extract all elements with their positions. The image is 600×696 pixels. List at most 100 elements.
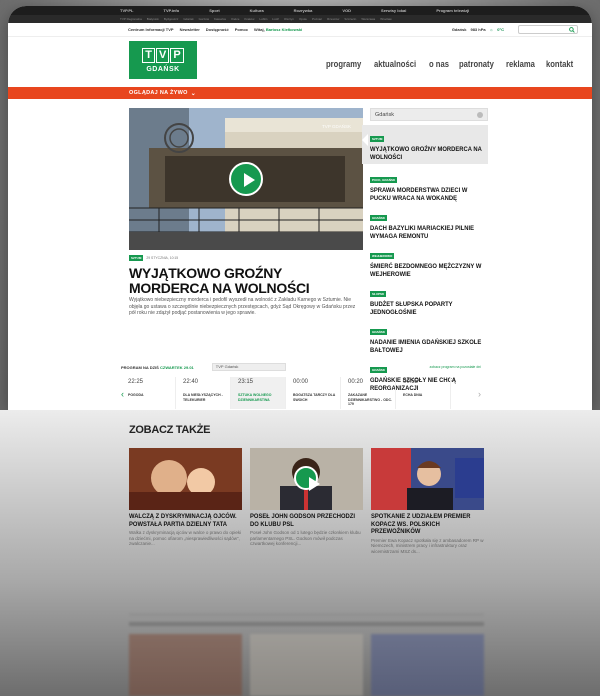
region-link[interactable]: Kraków: [244, 17, 254, 21]
topnav-item[interactable]: Sport: [209, 8, 219, 13]
nav-kontakt[interactable]: kontakt: [546, 59, 573, 69]
region-link[interactable]: TVP Regionalna: [120, 17, 142, 21]
schedule-slot[interactable]: 00:55 ECHA DNIA: [396, 377, 451, 409]
topnav-item[interactable]: TVP.info: [164, 8, 180, 13]
hero-watermark: TVP GDAŃSK: [322, 124, 351, 129]
schedule-slot[interactable]: 00:00 BOGATSZA TARCZY DLA SWOICH: [286, 377, 341, 409]
topnav-item[interactable]: Serwisy lokal: [381, 8, 406, 13]
region-link[interactable]: Szczecin: [344, 17, 356, 21]
full-schedule-link[interactable]: zobacz program na pozostałe dni: [429, 365, 481, 369]
channel-select[interactable]: TVP Gdańsk: [211, 363, 286, 371]
tv-schedule: PROGRAM NA DZIŚ CZWARTEK 29.01 TVP Gdańs…: [121, 362, 481, 409]
kopacz-photo: [371, 448, 484, 510]
weather-city: Gdańsk: [451, 27, 467, 32]
watch-live-label[interactable]: OGLĄDAJ NA ŻYWO: [129, 90, 188, 96]
see-also-heading: ZOBACZ TAKŻE: [129, 424, 211, 436]
accessibility-link[interactable]: Dostępność: [206, 27, 229, 32]
father-child-photo: [129, 448, 242, 510]
chevron-down-icon: ⌄: [190, 90, 197, 97]
region-link[interactable]: Kielce: [231, 17, 239, 21]
browser-page: TVP.PL TVP.info Sport Kultura Rozrywka V…: [8, 6, 592, 410]
nav-programy[interactable]: programy: [326, 59, 361, 69]
card-excerpt: Premier Ewa Kopacz spotkała się z ambasa…: [371, 537, 484, 554]
see-also-card[interactable]: SPOTKANIE Z UDZIAŁEM PREMIER KOPACZ WS. …: [371, 448, 484, 554]
card-title[interactable]: SPOTKANIE Z UDZIAŁEM PREMIER KOPACZ WS. …: [371, 513, 484, 536]
region-link[interactable]: Łódź: [272, 17, 279, 21]
location-tag[interactable]: SZTUM: [129, 255, 144, 261]
sidebar-news-item[interactable]: GDAŃSK NADANIE IMIENIA GDAŃSKIEJ SZKOLE B…: [370, 320, 488, 354]
schedule-slot-current[interactable]: 23:15 SZTUKA WOLNEGO DZIENNIKARSTWA: [231, 377, 286, 409]
info-center-link[interactable]: Centrum Informacji TVP: [128, 27, 174, 32]
card-image[interactable]: [371, 448, 484, 510]
card-title[interactable]: POSEŁ JOHN GODSON PRZECHODZI DO KLUBU PS…: [250, 513, 363, 528]
top-nav: TVP.PL TVP.info Sport Kultura Rozrywka V…: [8, 6, 592, 15]
sidebar-news-item[interactable]: SZTUM WYJĄTKOWO GROŹNY MORDERCA NA WOLNOŚ…: [362, 125, 488, 164]
chevron-down-icon: [477, 111, 483, 118]
topnav-item[interactable]: TVP.PL: [120, 8, 134, 13]
region-link[interactable]: Gorzów: [199, 17, 209, 21]
play-icon[interactable]: [229, 162, 263, 196]
topnav-item[interactable]: Rozrywka: [294, 8, 313, 13]
tvp-gdansk-logo[interactable]: TVP GDAŃSK: [129, 41, 197, 79]
see-also-card[interactable]: WALCZĄ Z DYSKRYMINACJĄ OJCÓW. POWSTAŁA P…: [129, 448, 242, 547]
nav-patronaty[interactable]: patronaty: [459, 59, 494, 69]
region-link[interactable]: Warszawa: [361, 17, 375, 21]
search-input[interactable]: [518, 25, 578, 34]
main-nav: programy aktualności o nas patronaty rek…: [326, 59, 578, 69]
reflection-shapes: [129, 613, 484, 696]
nav-reklama[interactable]: reklama: [506, 59, 535, 69]
watch-live-bar[interactable]: OGLĄDAJ NA ŻYWO ⌄: [8, 87, 592, 99]
region-link[interactable]: Wrocław: [380, 17, 391, 21]
newsletter-link[interactable]: Newsletter: [180, 27, 200, 32]
region-select[interactable]: Gdańsk: [370, 108, 488, 121]
article-date: 29 STYCZNIA, 10:15: [146, 256, 179, 260]
sidebar-news-item[interactable]: PUCK, GDAŃSK SPRAWA MORDERSTWA DZIECI W P…: [370, 168, 488, 202]
schedule-slots: ‹ 22:25 POGODA 22:40 DLA NIESŁYSZĄCYCH - T…: [121, 377, 481, 409]
sidebar-news-item[interactable]: WEJHEROWO ŚMIERĆ BEZDOMNEGO MĘŻCZYZNY W W…: [370, 244, 488, 278]
search-icon[interactable]: [569, 27, 575, 33]
region-link[interactable]: Bydgoszcz: [164, 17, 179, 21]
card-excerpt: Walka z dyskryminacją ojców w walce o pr…: [129, 530, 242, 547]
region-link[interactable]: Poznań: [312, 17, 322, 21]
page-reflection: [0, 575, 600, 696]
next-arrow-icon[interactable]: ›: [478, 389, 481, 399]
schedule-slot[interactable]: 00:20 ZAKAZANE DZIENNIKARSTWO - ODC. 179: [341, 377, 396, 409]
region-link[interactable]: Lublin: [259, 17, 267, 21]
schedule-slot[interactable]: 22:25 POGODA: [121, 377, 176, 409]
region-link[interactable]: Opole: [299, 17, 307, 21]
greeting: Witaj, Bartosz Kiełkowski: [254, 27, 303, 32]
schedule-slot[interactable]: 22:40 DLA NIESŁYSZĄCYCH - TELEKURIER: [176, 377, 231, 409]
weather-widget: Gdańsk 983 hPa ☼ 0°C: [452, 27, 504, 32]
region-link[interactable]: Gdańsk: [183, 17, 193, 21]
schedule-day[interactable]: CZWARTEK 29.01: [160, 365, 194, 370]
region-link[interactable]: Katowice: [214, 17, 226, 21]
sidebar-news-item[interactable]: SŁUPSK BUDŻET SŁUPSKA POPARTY JEDNOGŁOŚNI…: [370, 282, 488, 316]
region-link[interactable]: Białystok: [147, 17, 159, 21]
hero-image[interactable]: TVP GDAŃSK: [129, 108, 363, 250]
news-sidebar: Gdańsk SZTUM WYJĄTKOWO GROŹNY MORDERCA NA…: [362, 108, 488, 392]
region-link[interactable]: Rzeszów: [327, 17, 339, 21]
topnav-item[interactable]: VOD: [342, 8, 351, 13]
help-link[interactable]: Pomoc: [235, 27, 248, 32]
hero-headline[interactable]: WYJĄTKOWO GROŹNY MORDERCA NA WOLNOŚCI: [129, 266, 359, 296]
main-content: TVP GDAŃSK SZTUM 29 STYCZNIA, 10:15 WYJĄ…: [8, 99, 592, 392]
card-image[interactable]: [129, 448, 242, 510]
regional-nav: TVP Regionalna Białystok Bydgoszcz Gdańsk Go…: [8, 15, 592, 23]
hero-meta: SZTUM 29 STYCZNIA, 10:15: [129, 255, 178, 261]
topnav-item[interactable]: Kultura: [250, 8, 264, 13]
play-icon[interactable]: [294, 466, 320, 491]
topnav-item[interactable]: Program telewizji: [436, 8, 469, 13]
card-image[interactable]: [250, 448, 363, 510]
nav-o-nas[interactable]: o nas: [429, 59, 449, 69]
card-title[interactable]: WALCZĄ Z DYSKRYMINACJĄ OJCÓW. POWSTAŁA P…: [129, 513, 242, 528]
region-link[interactable]: Olsztyn: [284, 17, 294, 21]
card-excerpt: Poseł John Godson od 1 lutego będzie czł…: [250, 530, 361, 547]
sidebar-news-item[interactable]: GDAŃSK DACH BAZYLIKI MARIACKIEJ PILNIE WY…: [370, 206, 488, 240]
utility-bar: Centrum Informacji TVP Newsletter Dostęp…: [8, 23, 592, 37]
site-header: TVP GDAŃSK programy aktualności o nas pa…: [8, 37, 592, 87]
user-link[interactable]: Bartosz Kiełkowski: [266, 27, 302, 32]
see-also-card[interactable]: POSEŁ JOHN GODSON PRZECHODZI DO KLUBU PS…: [250, 448, 363, 547]
hero-lede: Wyjątkowo niebezpieczny morderca i pedof…: [129, 297, 356, 316]
schedule-header: PROGRAM NA DZIŚ CZWARTEK 29.01 TVP Gdańs…: [121, 363, 481, 371]
nav-aktualnosci[interactable]: aktualności: [374, 59, 416, 69]
